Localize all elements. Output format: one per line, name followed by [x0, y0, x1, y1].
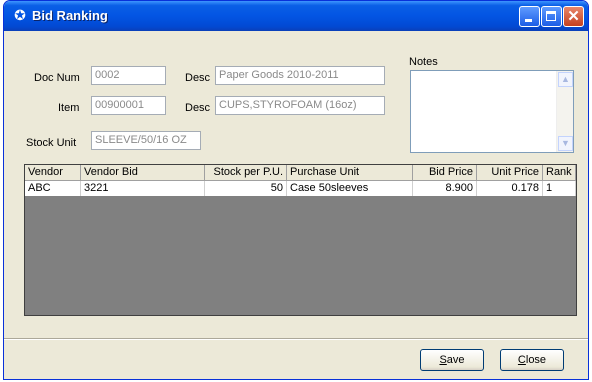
cell-rank: 1: [543, 181, 576, 196]
bid-grid[interactable]: Vendor Vendor Bid Stock per P.U. Purchas…: [24, 164, 577, 316]
doc-num-field[interactable]: 0002: [91, 66, 166, 85]
cell-vendor: ABC: [25, 181, 81, 196]
window-title: Bid Ranking: [32, 8, 108, 23]
table-row[interactable]: ABC 3221 50 Case 50sleeves 8.900 0.178 1: [25, 181, 576, 196]
desc-label-2: Desc: [185, 102, 211, 114]
scroll-down-icon[interactable]: ▼: [558, 136, 573, 151]
close-icon: ✕: [567, 8, 580, 25]
close-label: lose: [525, 354, 547, 366]
bid-ranking-window: ✪ Bid Ranking ✕ Doc Num 0002 Desc Paper …: [3, 0, 589, 380]
minimize-icon: [525, 19, 532, 22]
item-label: Item: [58, 102, 80, 114]
col-unit-price[interactable]: Unit Price: [477, 165, 543, 181]
doc-num-label: Doc Num: [34, 72, 80, 84]
save-accel: S: [439, 354, 447, 366]
notes-textarea[interactable]: ▲ ▼: [410, 70, 574, 153]
cell-purchase-unit: Case 50sleeves: [287, 181, 413, 196]
notes-scrollbar[interactable]: ▲ ▼: [556, 71, 573, 152]
footer-divider: [4, 338, 588, 340]
close-window-button[interactable]: ✕: [563, 6, 584, 27]
cell-vendor-bid: 3221: [81, 181, 205, 196]
stock-unit-field[interactable]: SLEEVE/50/16 OZ: [91, 131, 201, 150]
col-bid-price[interactable]: Bid Price: [413, 165, 477, 181]
desc-field-1[interactable]: Paper Goods 2010-2011: [215, 66, 385, 85]
cell-unit-price: 0.178: [477, 181, 543, 196]
bid-ranking-icon: ✪: [14, 7, 26, 23]
desc-field-2[interactable]: CUPS,STYROFOAM (16oz): [215, 96, 385, 115]
col-vendor-bid[interactable]: Vendor Bid: [81, 165, 205, 181]
item-field[interactable]: 00900001: [91, 96, 166, 115]
cell-stock-per-pu: 50: [205, 181, 287, 196]
col-vendor[interactable]: Vendor: [25, 165, 81, 181]
maximize-button[interactable]: [541, 6, 562, 27]
maximize-icon: [546, 11, 556, 21]
col-rank[interactable]: Rank: [543, 165, 576, 181]
cell-bid-price: 8.900: [413, 181, 477, 196]
grid-header: Vendor Vendor Bid Stock per P.U. Purchas…: [25, 165, 576, 181]
col-stock-per-pu[interactable]: Stock per P.U.: [205, 165, 287, 181]
save-label: ave: [446, 354, 465, 366]
notes-label: Notes: [409, 56, 438, 68]
save-button[interactable]: Save: [420, 349, 484, 371]
title-bar[interactable]: ✪ Bid Ranking ✕: [4, 1, 588, 31]
close-accel: C: [517, 354, 526, 366]
close-button[interactable]: Close: [500, 349, 564, 371]
desc-label-1: Desc: [185, 72, 211, 84]
stock-unit-label: Stock Unit: [26, 137, 77, 149]
scroll-up-icon[interactable]: ▲: [558, 72, 573, 87]
minimize-button[interactable]: [519, 6, 540, 27]
col-purchase-unit[interactable]: Purchase Unit: [287, 165, 413, 181]
